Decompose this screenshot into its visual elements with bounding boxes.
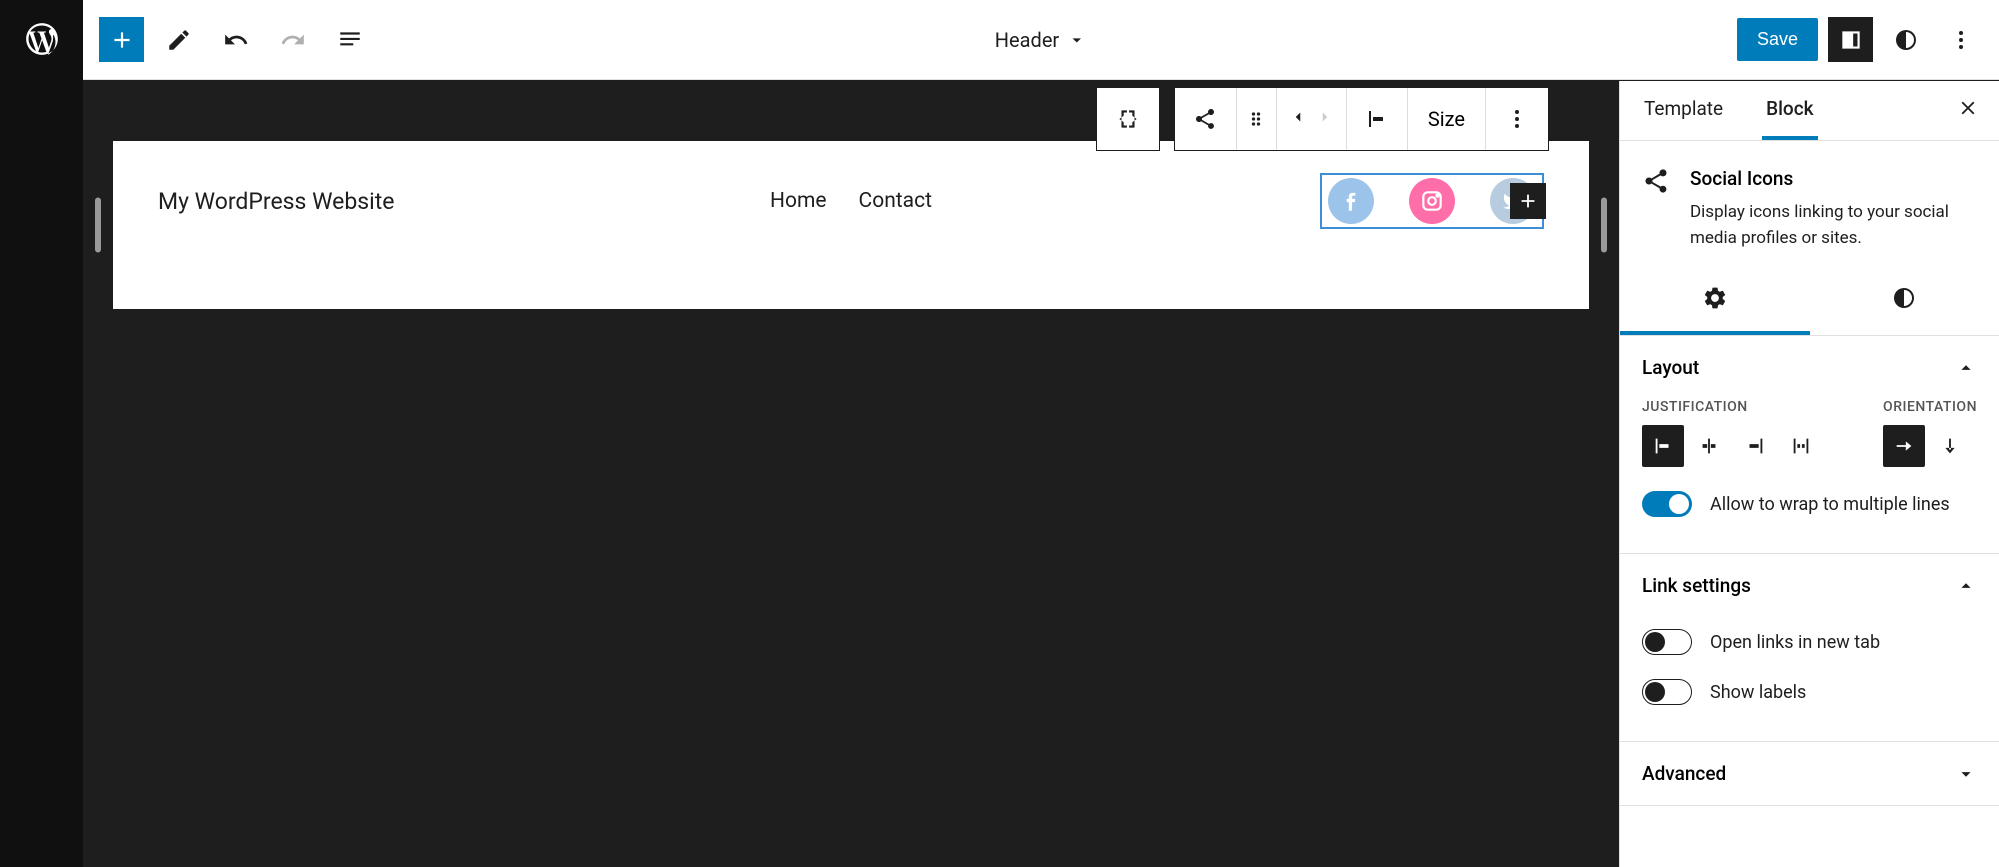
- options-button[interactable]: [1938, 17, 1983, 62]
- panel-advanced: Advanced: [1620, 742, 1999, 806]
- document-title: Header: [995, 28, 1059, 52]
- panel-link-settings: Link settings Open links in new tab Show…: [1620, 554, 1999, 742]
- edit-tool-button[interactable]: [156, 17, 201, 62]
- social-icons-block-icon[interactable]: [1175, 88, 1237, 150]
- wordpress-logo-icon[interactable]: [23, 20, 61, 63]
- top-toolbar: Header Save: [83, 0, 1999, 80]
- chevron-down-icon: [1067, 30, 1087, 50]
- undo-button[interactable]: [213, 17, 258, 62]
- wrap-label: Allow to wrap to multiple lines: [1710, 494, 1950, 515]
- justify-left-button[interactable]: [1642, 425, 1684, 467]
- admin-sidebar: [0, 0, 83, 867]
- new-tab-label: Open links in new tab: [1710, 632, 1880, 653]
- justify-center-button[interactable]: [1688, 425, 1730, 467]
- chevron-up-icon: [1955, 575, 1977, 597]
- size-button[interactable]: Size: [1408, 88, 1486, 150]
- site-title[interactable]: My WordPress Website: [158, 188, 394, 215]
- block-toolbar: Size: [1096, 87, 1549, 151]
- styles-button[interactable]: [1883, 17, 1928, 62]
- orientation-horizontal-button[interactable]: [1883, 425, 1925, 467]
- redo-button[interactable]: [270, 17, 315, 62]
- nav-link-contact[interactable]: Contact: [859, 189, 932, 213]
- panel-advanced-header[interactable]: Advanced: [1620, 742, 1999, 805]
- drag-handle[interactable]: [1237, 88, 1277, 150]
- show-labels-toggle[interactable]: [1642, 679, 1692, 705]
- chevron-down-icon: [1955, 763, 1977, 785]
- tab-block[interactable]: Block: [1762, 81, 1817, 140]
- wrap-toggle[interactable]: [1642, 491, 1692, 517]
- sidebar-toggle-button[interactable]: [1828, 17, 1873, 62]
- move-left-button[interactable]: [1285, 104, 1311, 135]
- tab-template[interactable]: Template: [1640, 81, 1727, 140]
- show-labels-label: Show labels: [1710, 682, 1806, 703]
- panel-link-settings-header[interactable]: Link settings: [1620, 554, 1999, 617]
- gear-icon: [1702, 285, 1728, 311]
- document-selector[interactable]: Header: [995, 28, 1087, 52]
- close-sidebar-button[interactable]: [1957, 97, 1979, 124]
- toolbar-right: Save: [1737, 17, 1983, 62]
- parent-block-button[interactable]: [1097, 88, 1159, 150]
- justify-space-between-button[interactable]: [1780, 425, 1822, 467]
- add-social-icon-button[interactable]: [1510, 183, 1546, 219]
- settings-tab-styles[interactable]: [1810, 265, 1999, 335]
- settings-sidebar: Template Block Social Icons Display icon…: [1619, 81, 1999, 867]
- sidebar-tabs: Template Block: [1620, 81, 1999, 141]
- share-icon: [1642, 167, 1670, 200]
- document-overview-button[interactable]: [327, 17, 372, 62]
- chevron-up-icon: [1955, 357, 1977, 379]
- nav-link-home[interactable]: Home: [770, 189, 827, 213]
- move-right-button: [1312, 104, 1338, 135]
- block-info-header: Social Icons Display icons linking to yo…: [1620, 141, 1999, 265]
- instagram-icon[interactable]: [1409, 178, 1455, 224]
- panel-layout: Layout JUSTIFICATION ORIENTATION: [1620, 336, 1999, 554]
- justify-right-button[interactable]: [1734, 425, 1776, 467]
- panel-layout-header[interactable]: Layout: [1620, 336, 1999, 399]
- toolbar-left: [99, 17, 372, 62]
- new-tab-toggle[interactable]: [1642, 629, 1692, 655]
- orientation-vertical-button[interactable]: [1929, 425, 1971, 467]
- header-template-block[interactable]: Size My WordPress Website Home Contact: [113, 141, 1589, 309]
- justify-button[interactable]: [1346, 88, 1408, 150]
- settings-tab-general[interactable]: [1620, 265, 1810, 335]
- block-options-button[interactable]: [1486, 88, 1548, 150]
- resize-handle-right[interactable]: [1601, 198, 1607, 253]
- settings-sub-tabs: [1620, 265, 1999, 336]
- justification-label: JUSTIFICATION: [1642, 399, 1822, 415]
- facebook-icon[interactable]: [1328, 178, 1374, 224]
- orientation-label: ORIENTATION: [1883, 399, 1977, 415]
- add-block-button[interactable]: [99, 17, 144, 62]
- navigation-menu: Home Contact: [770, 189, 932, 213]
- block-description: Display icons linking to your social med…: [1690, 200, 1977, 251]
- block-title: Social Icons: [1690, 167, 1977, 190]
- contrast-icon: [1892, 286, 1916, 310]
- social-icons-block[interactable]: [1320, 173, 1544, 229]
- save-button[interactable]: Save: [1737, 18, 1818, 61]
- editor-canvas: Size My WordPress Website Home Contact: [83, 81, 1619, 867]
- resize-handle-left[interactable]: [95, 198, 101, 253]
